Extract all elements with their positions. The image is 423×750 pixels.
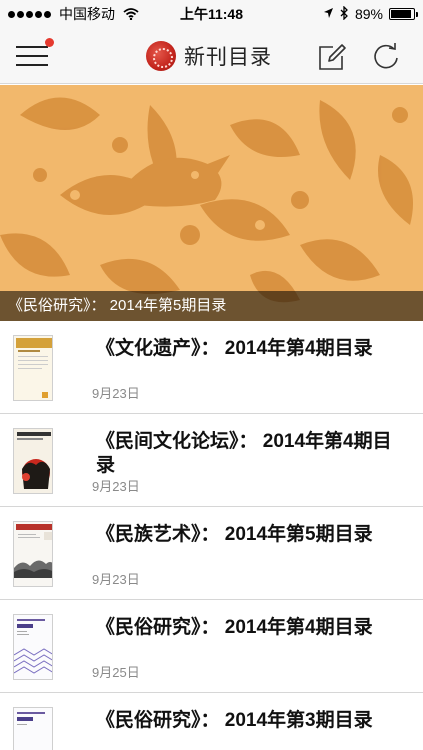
- nav-bar: 新刊目录: [0, 28, 423, 84]
- cover-thumbnail: [13, 614, 53, 680]
- location-icon: [323, 6, 334, 22]
- article-list: 《文化遗产》： 2014年第4期目录 9月23日 《民间文化论坛》： 2014年…: [0, 321, 423, 750]
- refresh-button[interactable]: [370, 40, 402, 72]
- list-item[interactable]: 《民俗研究》： 2014年第3期目录: [0, 693, 423, 750]
- cover-thumbnail: [13, 707, 53, 750]
- article-date: 9月25日: [92, 665, 140, 680]
- bluetooth-icon: [340, 4, 349, 23]
- article-date: 9月23日: [92, 479, 140, 494]
- compose-button[interactable]: [317, 42, 347, 72]
- notification-dot: [45, 38, 54, 47]
- compose-icon: [319, 44, 346, 70]
- article-title: 《民间文化论坛》： 2014年第4期目录: [96, 431, 392, 476]
- status-bar: 中国移动 上午11:48 89%: [0, 0, 423, 28]
- logo-icon: [146, 41, 176, 71]
- article-title: 《民俗研究》： 2014年第3期目录: [96, 710, 373, 731]
- cover-thumbnail: [13, 521, 53, 587]
- list-item[interactable]: 《民间文化论坛》： 2014年第4期目录 9月23日: [0, 414, 423, 507]
- article-title: 《文化遗产》： 2014年第4期目录: [96, 338, 373, 359]
- menu-button[interactable]: [14, 38, 54, 72]
- cover-thumbnail: [13, 335, 53, 401]
- article-date: 9月23日: [92, 386, 140, 401]
- page-title: 新刊目录: [184, 46, 272, 69]
- article-title: 《民俗研究》： 2014年第4期目录: [96, 617, 373, 638]
- battery-percent: 89%: [354, 6, 383, 22]
- article-date: 9月23日: [92, 572, 140, 587]
- article-title: 《民族艺术》： 2014年第5期目录: [96, 524, 373, 545]
- featured-banner[interactable]: 《民俗研究》： 2014年第5期目录: [0, 85, 423, 321]
- banner-caption: 《民俗研究》： 2014年第5期目录: [0, 291, 423, 321]
- cover-thumbnail: [13, 428, 53, 494]
- status-right: 89%: [323, 0, 418, 28]
- list-item[interactable]: 《民俗研究》： 2014年第4期目录 9月25日: [0, 600, 423, 693]
- list-item[interactable]: 《文化遗产》： 2014年第4期目录 9月23日: [0, 321, 423, 414]
- refresh-icon: [374, 43, 398, 69]
- battery-fill: [391, 10, 411, 18]
- nav-title-group: 新刊目录: [146, 38, 272, 74]
- battery-icon: [389, 8, 418, 20]
- papercut-pattern-image: [0, 85, 423, 321]
- list-item[interactable]: 《民族艺术》： 2014年第5期目录 9月23日: [0, 507, 423, 600]
